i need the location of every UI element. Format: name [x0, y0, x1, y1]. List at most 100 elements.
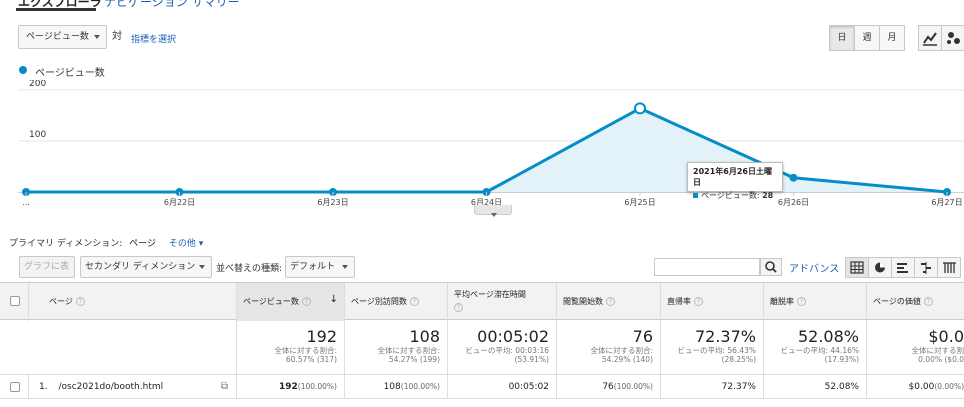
pie-view-button[interactable] — [868, 257, 892, 278]
tooltip-metric: ページビュー数: 28 — [693, 190, 777, 201]
search-button[interactable] — [760, 258, 782, 276]
header-value-label: ページの価値 — [873, 297, 921, 306]
chevron-down-icon — [199, 265, 205, 269]
row-page-link[interactable]: /osc2021do/booth.html — [58, 382, 163, 392]
header-page[interactable]: ページ? — [29, 283, 237, 321]
performance-view-button[interactable] — [891, 257, 915, 278]
header-avg-time-label: 平均ページ滞在時間 — [454, 290, 526, 299]
series-line — [26, 106, 948, 194]
tooltip-metric-name: ページビュー数 — [701, 191, 757, 200]
row-bounce-value: 72.37% — [721, 382, 756, 392]
header-page-value[interactable]: ページの価値? — [867, 283, 964, 321]
totals-pageviews-sub2: 60.57% (317) — [285, 355, 337, 364]
header-bounce-label: 直帰率 — [667, 297, 691, 306]
totals-entrances-sub1: 全体に対する割合: — [590, 346, 653, 355]
row-pageviews-pct: (100.00%) — [297, 382, 337, 391]
secondary-dimension-select[interactable]: セカンダリ ディメンション — [80, 256, 212, 278]
data-table-view-button[interactable] — [845, 257, 869, 278]
comparison-view-button[interactable] — [914, 257, 938, 278]
header-pageviews[interactable]: ページビュー数? ↓ — [237, 283, 345, 321]
header-select-cell — [0, 283, 29, 321]
help-icon[interactable]: ? — [923, 297, 933, 306]
totals-unique-sub2: 54.27% (199) — [388, 355, 440, 364]
chart-tooltip: 2021年6月26日土曜日 ページビュー数: 28 — [687, 162, 783, 200]
chevron-down-icon — [491, 213, 497, 217]
motion-chart-view-button[interactable] — [941, 25, 964, 51]
x-tick-label: 6月23日 — [317, 198, 348, 207]
help-icon[interactable]: ? — [694, 297, 703, 306]
totals-page-value-value: $0.0 — [928, 327, 964, 346]
pivot-table-icon — [943, 262, 956, 273]
sort-descending-icon: ↓ — [329, 294, 338, 305]
help-icon[interactable]: ? — [301, 297, 311, 306]
header-entrances[interactable]: 閲覧開始数? — [557, 283, 661, 321]
select-all-checkbox[interactable] — [10, 296, 20, 306]
comparison-icon — [921, 262, 931, 274]
row-avg-time-value: 00:05:02 — [508, 382, 549, 392]
tooltip-metric-value: 28 — [762, 191, 774, 200]
row-unique-pct: (100.00%) — [400, 382, 440, 391]
help-icon[interactable]: ? — [797, 297, 806, 306]
table-row: 1. /osc2021do/booth.html ⧉ 192(100.00%) … — [0, 375, 964, 399]
chevron-down-icon — [94, 35, 100, 39]
primary-dimension-row: プライマリ ディメンション: ページ その他 ▾ — [9, 236, 203, 249]
open-in-new-icon[interactable]: ⧉ — [221, 375, 228, 399]
help-icon[interactable]: ? — [606, 297, 615, 306]
header-exit-rate[interactable]: 離脱率? — [764, 283, 867, 321]
legend-swatch — [19, 66, 27, 74]
metric-select-value: ページビュー数 — [26, 32, 89, 42]
totals-unique: 108 全体に対する割合: 54.27% (199) — [345, 320, 448, 375]
table-header: ページ? ページビュー数? ↓ ページ別訪問数? 平均ページ滞在時間? 閲覧開始… — [0, 282, 964, 321]
totals-entrances-sub2: 54.29% (140) — [601, 355, 653, 364]
period-month-button[interactable]: 月 — [879, 25, 905, 51]
totals-exit-sub2: (17.93%) — [824, 355, 859, 364]
tab-navigation-summary[interactable]: ナビゲーション サマリー — [104, 0, 240, 10]
header-entrances-label: 閲覧開始数 — [563, 297, 603, 306]
grid-icon — [850, 261, 864, 274]
totals-pageviews-value: 192 — [306, 327, 337, 346]
totals-avg-time-sub2: (53.91%) — [514, 355, 549, 364]
sort-type-value: デフォルト — [290, 262, 336, 272]
chart-collapse-handle[interactable] — [474, 205, 512, 217]
totals-bounce-sub2: (28.25%) — [721, 355, 756, 364]
row-entrances: 76(100.00%) — [557, 375, 661, 399]
row-checkbox[interactable] — [10, 382, 20, 392]
header-avg-time[interactable]: 平均ページ滞在時間? — [448, 283, 557, 321]
x-tick-label: 6月22日 — [164, 198, 195, 207]
x-tick-label: 6月25日 — [624, 198, 655, 207]
advanced-filter-link[interactable]: アドバンス — [789, 260, 839, 275]
period-day-button[interactable]: 日 — [829, 25, 855, 51]
y-tick-label: 200 — [29, 80, 46, 89]
sort-type-label: 並べ替えの種類: — [216, 264, 283, 274]
row-select-cell — [0, 375, 29, 399]
metric-select[interactable]: ページビュー数 — [18, 25, 107, 49]
search-icon — [765, 261, 777, 273]
row-index: 1. — [39, 382, 48, 392]
legend-label: ページビュー数 — [35, 68, 105, 79]
period-toggle: 日 週 月 — [829, 25, 905, 51]
header-unique-label: ページ別訪問数 — [351, 297, 407, 306]
tooltip-swatch — [693, 193, 698, 198]
row-entrances-pct: (100.00%) — [613, 382, 653, 391]
sort-type-select[interactable]: デフォルト — [285, 256, 355, 278]
select-metric-link[interactable]: 指標を選択 — [131, 32, 176, 45]
plot-rows-button[interactable]: グラフに表示 — [19, 256, 75, 292]
totals-entrances: 76 全体に対する割合: 54.29% (140) — [557, 320, 661, 375]
totals-unique-value: 108 — [409, 327, 440, 346]
period-week-button[interactable]: 週 — [854, 25, 880, 51]
header-unique-pageviews[interactable]: ページ別訪問数? — [345, 283, 448, 321]
totals-bounce-value: 72.37% — [694, 327, 756, 346]
row-page-value: $0.00(0.00%) — [867, 375, 964, 399]
secondary-dimension-label: セカンダリ ディメンション — [85, 262, 196, 272]
chevron-down-icon — [342, 265, 348, 269]
line-chart-view-button[interactable] — [918, 25, 942, 51]
primary-dimension-current: ページ — [129, 239, 156, 249]
help-icon[interactable]: ? — [75, 297, 85, 306]
header-bounce-rate[interactable]: 直帰率? — [661, 283, 764, 321]
table-search-input[interactable] — [654, 258, 760, 276]
primary-dimension-other-link[interactable]: その他 ▾ — [169, 239, 203, 249]
help-icon[interactable]: ? — [454, 303, 463, 312]
pivot-view-button[interactable] — [937, 257, 961, 278]
row-bounce: 72.37% — [661, 375, 764, 399]
help-icon[interactable]: ? — [409, 297, 419, 306]
